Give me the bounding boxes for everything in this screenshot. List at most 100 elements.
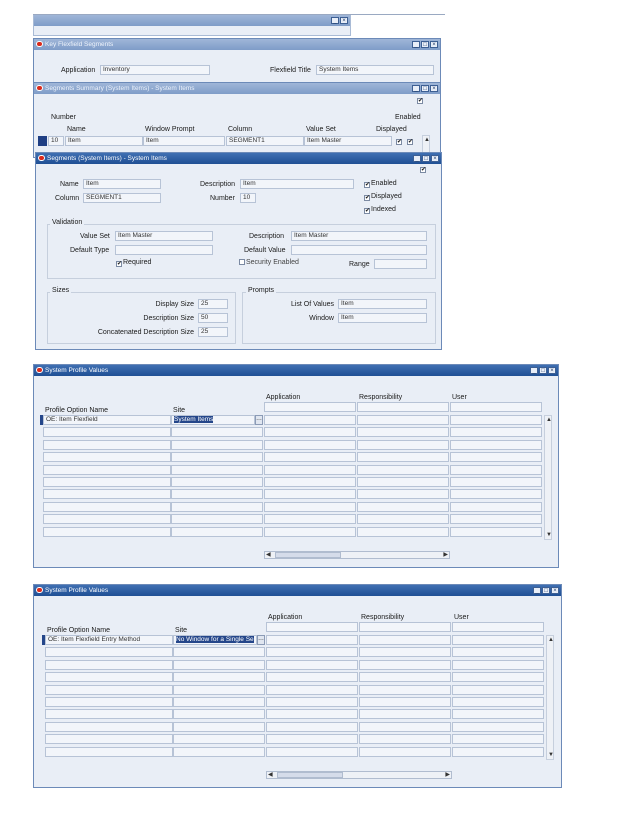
security-enabled-checkbox[interactable]: Security Enabled — [239, 259, 299, 266]
list-of-values-button[interactable]: … — [257, 635, 265, 645]
table-cell[interactable] — [173, 697, 265, 707]
table-cell[interactable] — [450, 439, 542, 450]
table-cell[interactable] — [264, 415, 356, 425]
table-cell[interactable] — [357, 464, 449, 475]
minimize-icon[interactable]: _ — [530, 366, 538, 374]
table-cell[interactable] — [43, 526, 171, 537]
scroll-left-arrow-icon[interactable]: ◀ — [266, 552, 271, 558]
table-cell[interactable] — [264, 477, 356, 487]
site-value-field[interactable]: System Items — [171, 415, 255, 425]
indexed-checkbox[interactable]: ✔Indexed — [364, 206, 396, 214]
table-cell[interactable] — [450, 415, 542, 425]
segments-summary-window[interactable]: Segments Summary (System Items) - System… — [33, 82, 441, 158]
table-cell[interactable] — [450, 514, 542, 525]
table-cell[interactable] — [452, 684, 544, 695]
table-cell[interactable] — [264, 514, 356, 525]
concatenated-size-field[interactable]: 25 — [198, 327, 228, 337]
table-cell[interactable] — [45, 659, 173, 670]
table-cell[interactable] — [357, 501, 449, 512]
description-field[interactable]: Item — [240, 179, 354, 189]
close-icon[interactable]: × — [430, 84, 438, 92]
table-cell[interactable] — [45, 709, 173, 720]
table-cell[interactable] — [264, 526, 356, 537]
table-cell[interactable] — [359, 672, 451, 683]
table-cell[interactable] — [264, 452, 356, 463]
summary-column-field[interactable]: SEGMENT1 — [226, 136, 304, 146]
scroll-right-arrow-icon[interactable]: ▶ — [445, 772, 450, 778]
number-field[interactable]: 10 — [240, 193, 256, 203]
table-cell[interactable] — [45, 672, 173, 683]
profile-option-name-field[interactable]: OE: Item Flexfield Entry Method — [45, 635, 173, 645]
table-cell[interactable] — [43, 452, 171, 463]
scroll-thumb[interactable] — [275, 552, 341, 558]
table-cell[interactable] — [452, 721, 544, 732]
validation-description-field[interactable]: Item Master — [291, 231, 427, 241]
summary-name-field[interactable]: Item — [65, 136, 143, 146]
system-profile-values-window-2[interactable]: System Profile Values _ □ × Application Re… — [33, 584, 562, 788]
table-cell[interactable] — [171, 477, 263, 487]
close-icon[interactable]: × — [340, 16, 348, 24]
header-check[interactable]: ✔ — [417, 96, 424, 104]
table-cell[interactable] — [171, 514, 263, 525]
table-cell[interactable] — [173, 734, 265, 745]
scroll-down-arrow-icon[interactable]: ▼ — [548, 752, 554, 758]
table-cell[interactable] — [43, 464, 171, 475]
table-cell[interactable] — [359, 659, 451, 670]
table-cell[interactable] — [266, 672, 358, 683]
table-cell[interactable] — [266, 647, 358, 658]
range-field[interactable] — [374, 259, 427, 269]
summary-number-field[interactable]: 10 — [48, 136, 64, 146]
summary-window-prompt-field[interactable]: Item — [143, 136, 225, 146]
enabled-checkbox[interactable]: ✔Enabled — [364, 180, 397, 188]
table-cell[interactable] — [266, 684, 358, 695]
vertical-scrollbar[interactable]: ▲ ▼ — [546, 635, 554, 760]
table-cell[interactable] — [450, 526, 542, 537]
table-cell[interactable] — [171, 464, 263, 475]
profile-option-name-field[interactable]: OE: Item Flexfield — [43, 415, 171, 425]
table-cell[interactable] — [43, 489, 171, 500]
close-icon[interactable]: × — [551, 586, 559, 594]
scroll-up-arrow-icon[interactable]: ▲ — [546, 417, 552, 423]
table-cell[interactable] — [359, 734, 451, 745]
table-cell[interactable] — [357, 427, 449, 438]
required-checkbox[interactable]: ✔Required — [116, 259, 151, 267]
table-cell[interactable] — [357, 452, 449, 463]
minimize-icon[interactable]: _ — [533, 586, 541, 594]
table-cell[interactable] — [43, 514, 171, 525]
table-cell[interactable] — [45, 721, 173, 732]
table-cell[interactable] — [171, 427, 263, 438]
table-cell[interactable] — [171, 439, 263, 450]
table-cell[interactable] — [359, 697, 451, 707]
table-cell[interactable] — [45, 647, 173, 658]
table-cell[interactable] — [171, 489, 263, 500]
table-cell[interactable] — [264, 501, 356, 512]
profile-values-titlebar[interactable]: System Profile Values _ □ × — [34, 365, 558, 376]
table-cell[interactable] — [450, 477, 542, 487]
display-size-field[interactable]: 25 — [198, 299, 228, 309]
table-cell[interactable] — [43, 427, 171, 438]
table-cell[interactable] — [452, 709, 544, 720]
table-cell[interactable] — [359, 709, 451, 720]
scroll-left-arrow-icon[interactable]: ◀ — [268, 772, 273, 778]
table-cell[interactable] — [452, 647, 544, 658]
maximize-icon[interactable]: □ — [421, 84, 429, 92]
segments-summary-titlebar[interactable]: Segments Summary (System Items) - System… — [34, 83, 440, 94]
table-cell[interactable] — [452, 635, 544, 645]
key-flexfield-segments-window[interactable]: Key Flexfield Segments _ □ × Application I… — [33, 38, 441, 86]
minimize-icon[interactable]: _ — [412, 84, 420, 92]
table-cell[interactable] — [43, 477, 171, 487]
table-cell[interactable] — [45, 734, 173, 745]
table-cell[interactable] — [173, 647, 265, 658]
table-cell[interactable] — [266, 746, 358, 757]
table-cell[interactable] — [266, 635, 358, 645]
vertical-scrollbar[interactable]: ▲ ▼ — [544, 415, 552, 540]
table-cell[interactable] — [357, 477, 449, 487]
table-cell[interactable] — [264, 489, 356, 500]
column-field[interactable]: SEGMENT1 — [83, 193, 161, 203]
table-cell[interactable] — [45, 697, 173, 707]
maximize-icon[interactable]: □ — [539, 366, 547, 374]
application-field[interactable]: Inventory — [100, 65, 210, 75]
summary-displayed-check[interactable]: ✔ — [396, 137, 403, 145]
table-cell[interactable] — [452, 659, 544, 670]
close-icon[interactable]: × — [548, 366, 556, 374]
